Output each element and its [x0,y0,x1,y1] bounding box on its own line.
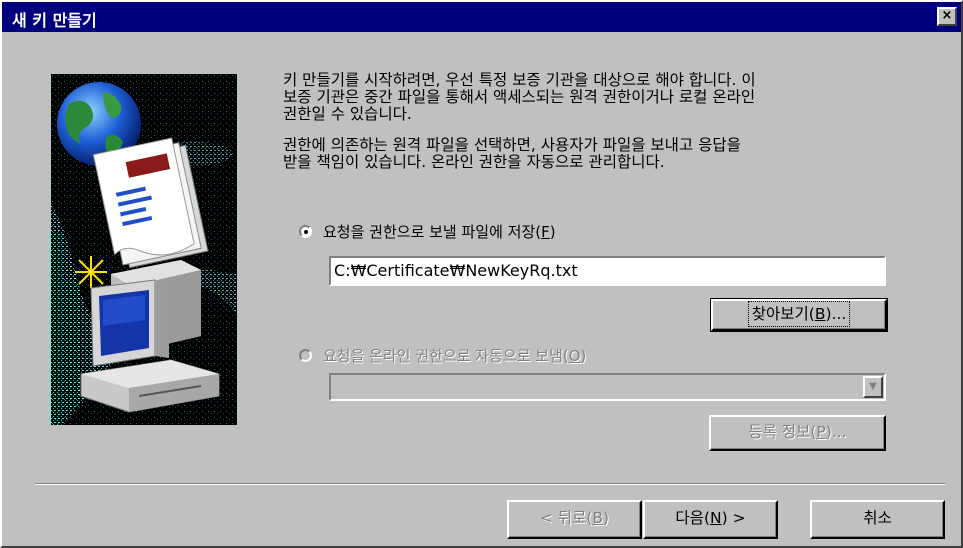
new-key-dialog: 새 키 만들기 × 키 만들기를 시작하려면, 우선 특정 보증 기관을 대상으… [0,0,963,548]
file-path-input[interactable]: C:₩Certificate₩NewKeyRq.txt [329,256,886,286]
radio-save-to-file[interactable]: 요청을 권한으로 보낼 파일에 저장(F) [299,221,556,242]
title-bar[interactable]: 새 키 만들기 × [2,2,961,32]
dropdown-arrow-icon[interactable]: ▼ [863,376,883,398]
registration-info-button-label: 등록 정보(P)... [748,423,847,441]
footer-separator [35,483,945,485]
window-title: 새 키 만들기 [12,11,97,30]
radio-save-to-file-label: 요청을 권한으로 보낼 파일에 저장(F) [323,223,556,241]
back-button[interactable]: < 뒤로(B) [507,500,642,539]
intro-paragraph-1: 키 만들기를 시작하려면, 우선 특정 보증 기관을 대상으로 해야 합니다. … [283,71,756,123]
next-button[interactable]: 다음(N) > [643,500,778,539]
radio-selected-icon[interactable] [299,225,312,238]
radio-send-online[interactable]: 요청을 온라인 권한으로 자동으로 보냄(O) [299,345,586,366]
registration-info-button[interactable]: 등록 정보(P)... [709,415,886,451]
cancel-button-label: 취소 [863,509,892,527]
certificate-wizard-illustration [51,74,237,425]
intro-text: 키 만들기를 시작하려면, 우선 특정 보증 기관을 대상으로 해야 합니다. … [283,72,943,185]
close-button[interactable]: × [937,7,957,26]
browse-button[interactable]: 찾아보기(B)... [710,298,888,332]
browse-button-label: 찾아보기(B)... [747,301,851,327]
intro-paragraph-2: 권한에 의존하는 원격 파일을 선택하면, 사용자가 파일을 보내고 응답을 받… [283,136,741,171]
radio-unselected-icon[interactable] [299,349,312,362]
back-button-label: < 뒤로(B) [539,509,610,527]
radio-send-online-label: 요청을 온라인 권한으로 자동으로 보냄(O) [323,347,587,365]
cancel-button[interactable]: 취소 [810,500,945,539]
next-button-label: 다음(N) > [675,509,746,527]
close-icon: × [941,8,953,23]
online-authority-dropdown[interactable]: ▼ [329,373,886,401]
